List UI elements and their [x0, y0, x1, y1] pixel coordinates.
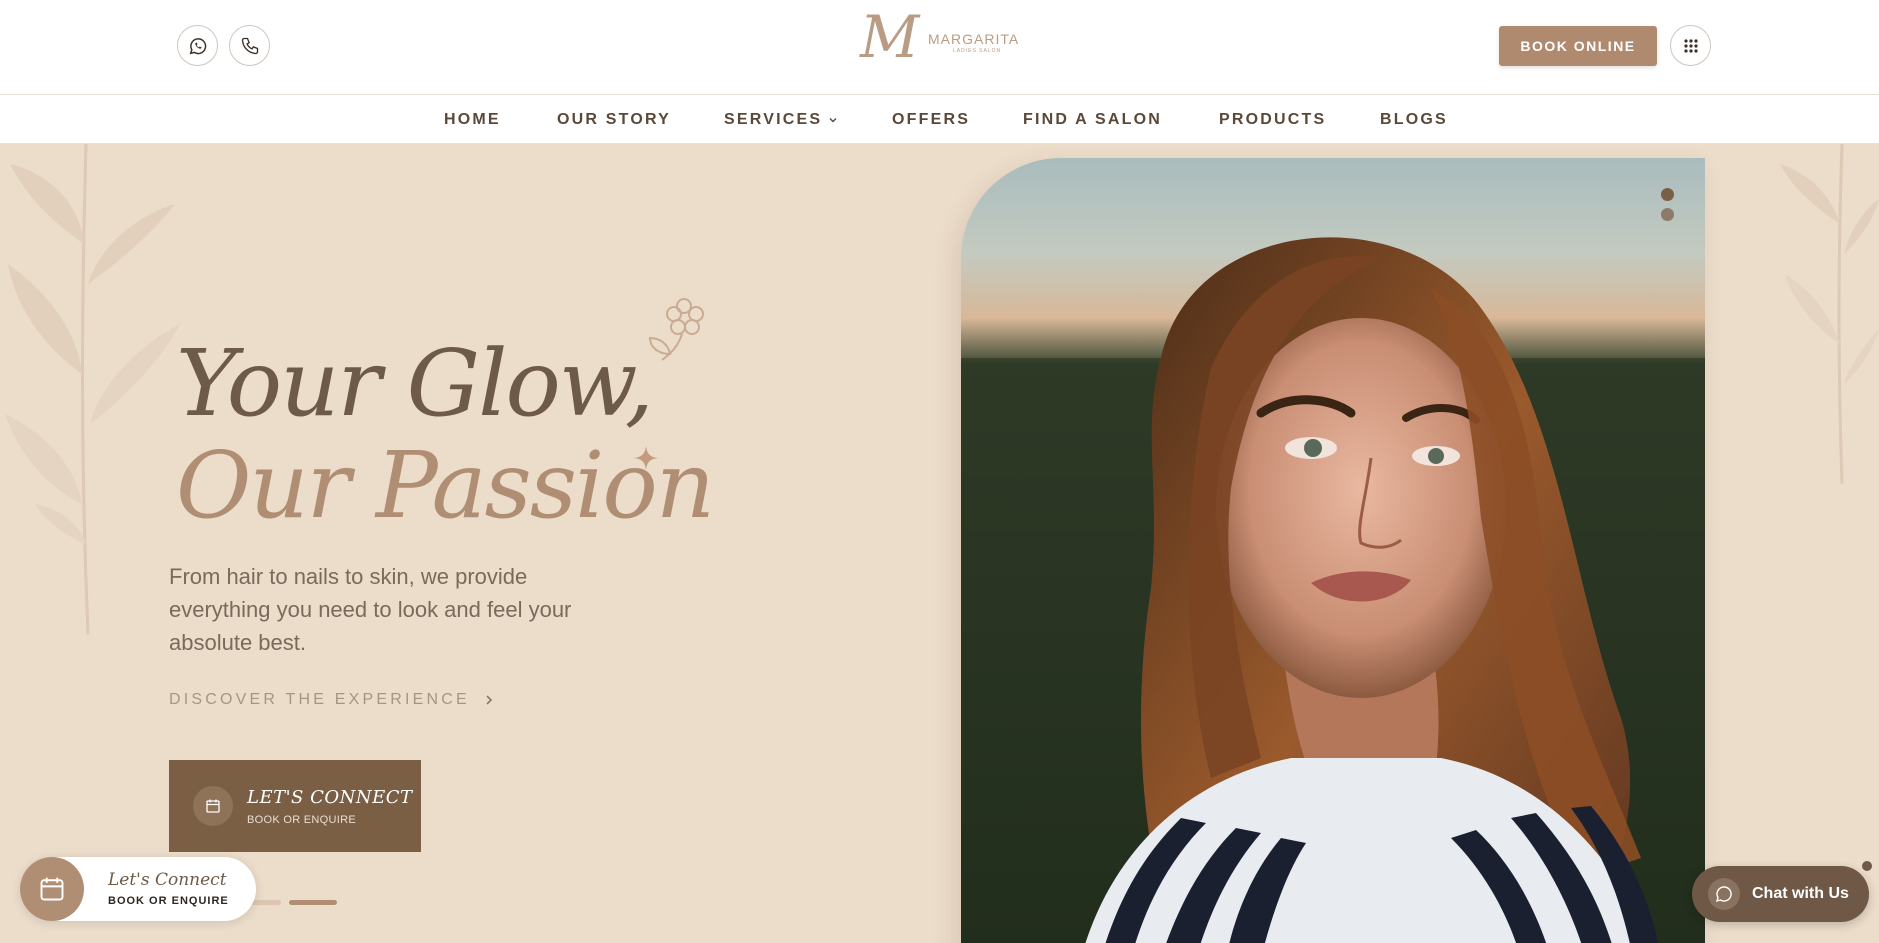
- top-bar: M MARGARITA LADIES SALON BOOK ONLINE: [0, 0, 1879, 95]
- logo-brand-name: MARGARITA: [928, 31, 1020, 47]
- apps-menu-button[interactable]: [1670, 25, 1711, 66]
- chat-bubble-icon: [1715, 886, 1732, 903]
- nav-item-find-a-salon[interactable]: FIND A SALON: [1023, 95, 1162, 144]
- chat-notification-badge: [1861, 860, 1873, 872]
- whatsapp-icon: [189, 37, 206, 54]
- grid-icon: [1683, 38, 1698, 53]
- brand-logo[interactable]: M MARGARITA LADIES SALON: [860, 6, 1030, 68]
- chat-button-label: Chat with Us: [1752, 885, 1849, 902]
- floating-connect-widget[interactable]: Let's Connect BOOK OR ENQUIRE: [20, 857, 256, 921]
- nav-item-services-label: SERVICES: [724, 110, 823, 128]
- nav-item-our-story[interactable]: OUR STORY: [557, 95, 671, 144]
- nav-item-products[interactable]: PRODUCTS: [1219, 95, 1326, 144]
- carousel-dot-1[interactable]: [1661, 188, 1674, 201]
- calendar-icon: [206, 799, 220, 813]
- chevron-down-icon: [829, 117, 837, 122]
- floating-calendar-wrap: [20, 857, 84, 921]
- slide-indicator-2[interactable]: [289, 900, 337, 905]
- nav-item-offers[interactable]: OFFERS: [892, 95, 970, 144]
- discover-link-label: DISCOVER THE EXPERIENCE: [169, 691, 470, 708]
- logo-monogram: M: [860, 3, 920, 71]
- floating-connect-title: Let's Connect: [108, 870, 227, 890]
- nav-item-services[interactable]: SERVICES: [724, 95, 838, 144]
- main-nav: HOME OUR STORY SERVICES OFFERS FIND A SA…: [0, 95, 1879, 144]
- phone-icon: [241, 37, 258, 54]
- nav-item-blogs[interactable]: BLOGS: [1380, 95, 1448, 144]
- lets-connect-button[interactable]: LET'S CONNECT BOOK OR ENQUIRE: [169, 760, 421, 852]
- book-online-button[interactable]: BOOK ONLINE: [1499, 26, 1657, 66]
- hero-headline-line2: Our Passion: [176, 432, 715, 539]
- carousel-dot-2[interactable]: [1661, 208, 1674, 221]
- hero-section: Your Glow, Our Passion From hair to nail…: [0, 144, 1879, 943]
- discover-link[interactable]: DISCOVER THE EXPERIENCE: [169, 691, 494, 709]
- chat-icon-wrap: [1708, 878, 1740, 910]
- leaf-decoration-right-icon: [1780, 144, 1879, 485]
- chevron-right-icon: [486, 695, 493, 705]
- hero-portrait-image: [961, 158, 1705, 943]
- chat-button[interactable]: Chat with Us: [1692, 860, 1873, 922]
- whatsapp-button[interactable]: [177, 25, 218, 66]
- logo-subtitle: LADIES SALON: [953, 48, 1002, 54]
- lets-connect-subtitle: BOOK OR ENQUIRE: [247, 813, 357, 826]
- hero-headline-line1: Your Glow,: [176, 330, 654, 437]
- phone-button[interactable]: [229, 25, 270, 66]
- nav-item-home[interactable]: HOME: [444, 95, 501, 144]
- floating-connect-subtitle: BOOK OR ENQUIRE: [108, 895, 229, 907]
- lets-connect-title: LET'S CONNECT: [247, 786, 413, 808]
- calendar-icon-wrap: [193, 786, 233, 826]
- calendar-icon: [40, 877, 64, 901]
- hero-description: From hair to nails to skin, we provide e…: [169, 564, 572, 655]
